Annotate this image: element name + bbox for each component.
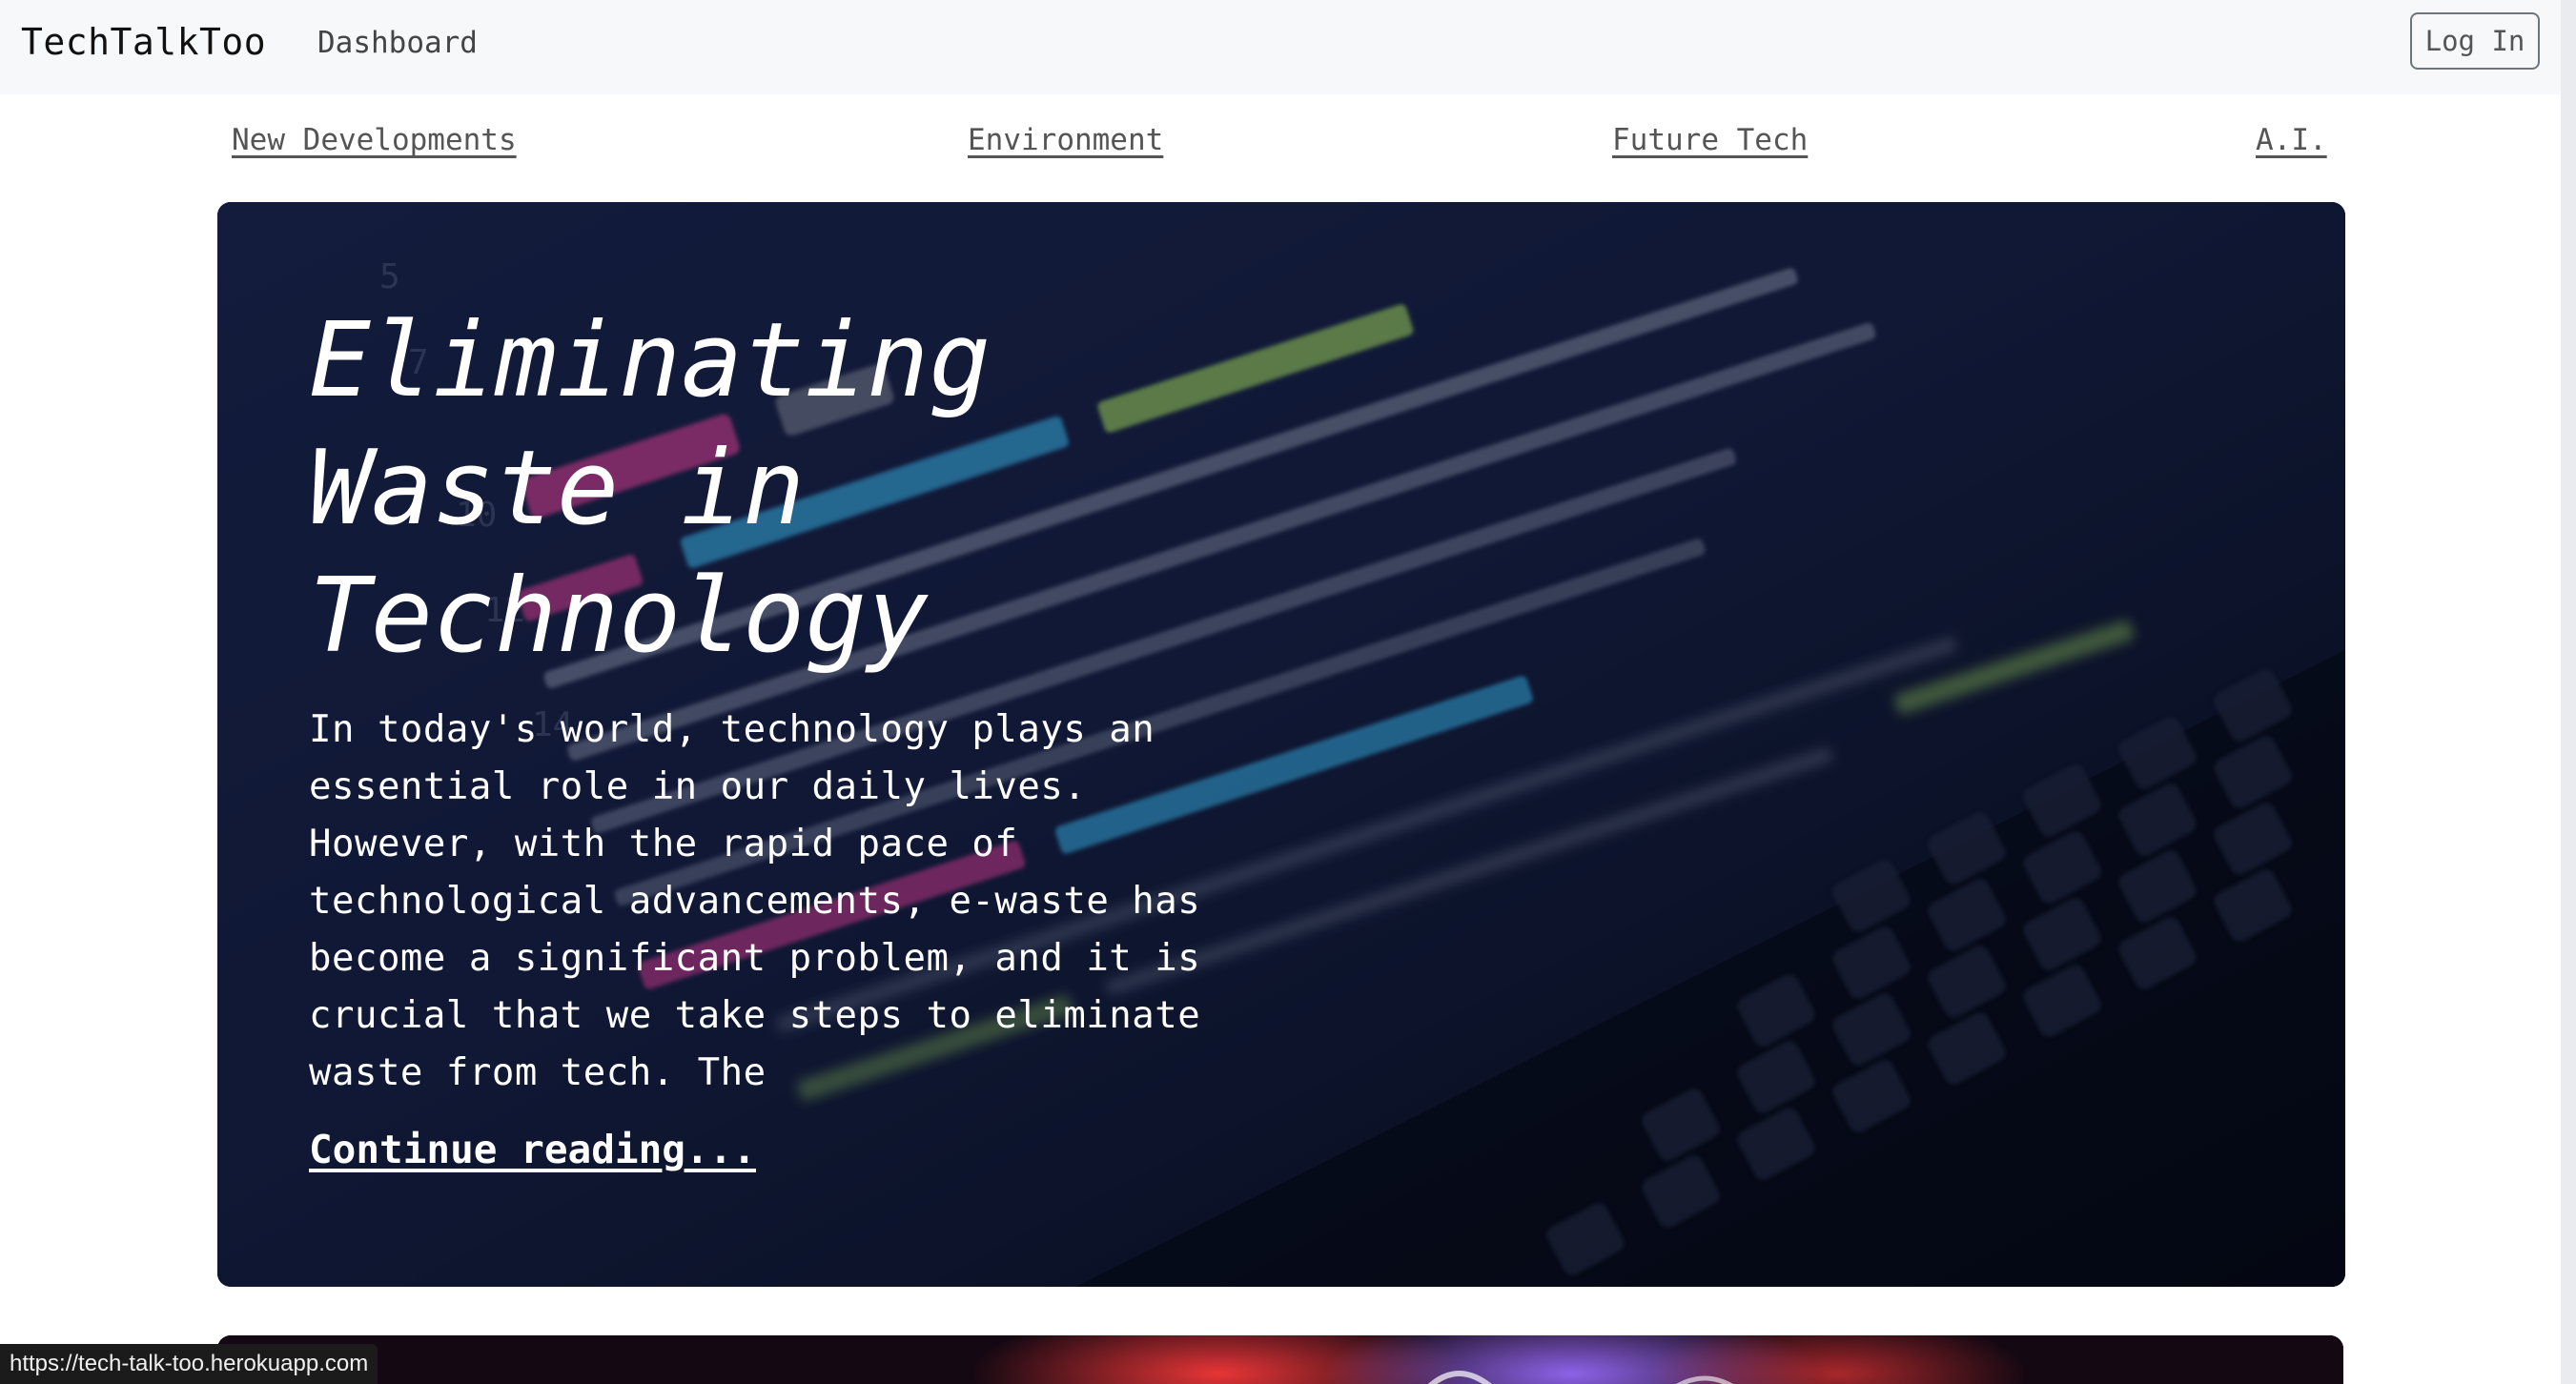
post-card-image: [217, 1335, 2343, 1384]
featured-post-content: Eliminating Waste in Technology In today…: [309, 297, 1262, 1176]
featured-post-card: 5 7 10 12 14 Eliminating Waste in Techno…: [217, 202, 2345, 1287]
window-edge: [2561, 0, 2576, 1384]
top-navbar: TechTalkToo Dashboard Log In: [0, 0, 2576, 94]
category-link-future-tech[interactable]: Future Tech: [1612, 120, 1808, 160]
category-link-new-developments[interactable]: New Developments: [232, 120, 517, 160]
post-card[interactable]: [217, 1335, 2343, 1384]
continue-reading-link[interactable]: Continue reading...: [309, 1123, 756, 1176]
category-link-environment[interactable]: Environment: [968, 120, 1163, 160]
featured-post-excerpt: In today's world, technology plays an es…: [309, 708, 1201, 1094]
nav-dashboard-link[interactable]: Dashboard: [317, 23, 478, 63]
brand-logo-link[interactable]: TechTalkToo: [21, 18, 266, 66]
featured-post-title: Eliminating Waste in Technology: [309, 301, 992, 676]
category-link-ai[interactable]: A.I.: [2256, 120, 2327, 160]
status-bar-url: https://tech-talk-too.herokuapp.com: [0, 1344, 378, 1384]
login-button[interactable]: Log In: [2410, 12, 2540, 70]
